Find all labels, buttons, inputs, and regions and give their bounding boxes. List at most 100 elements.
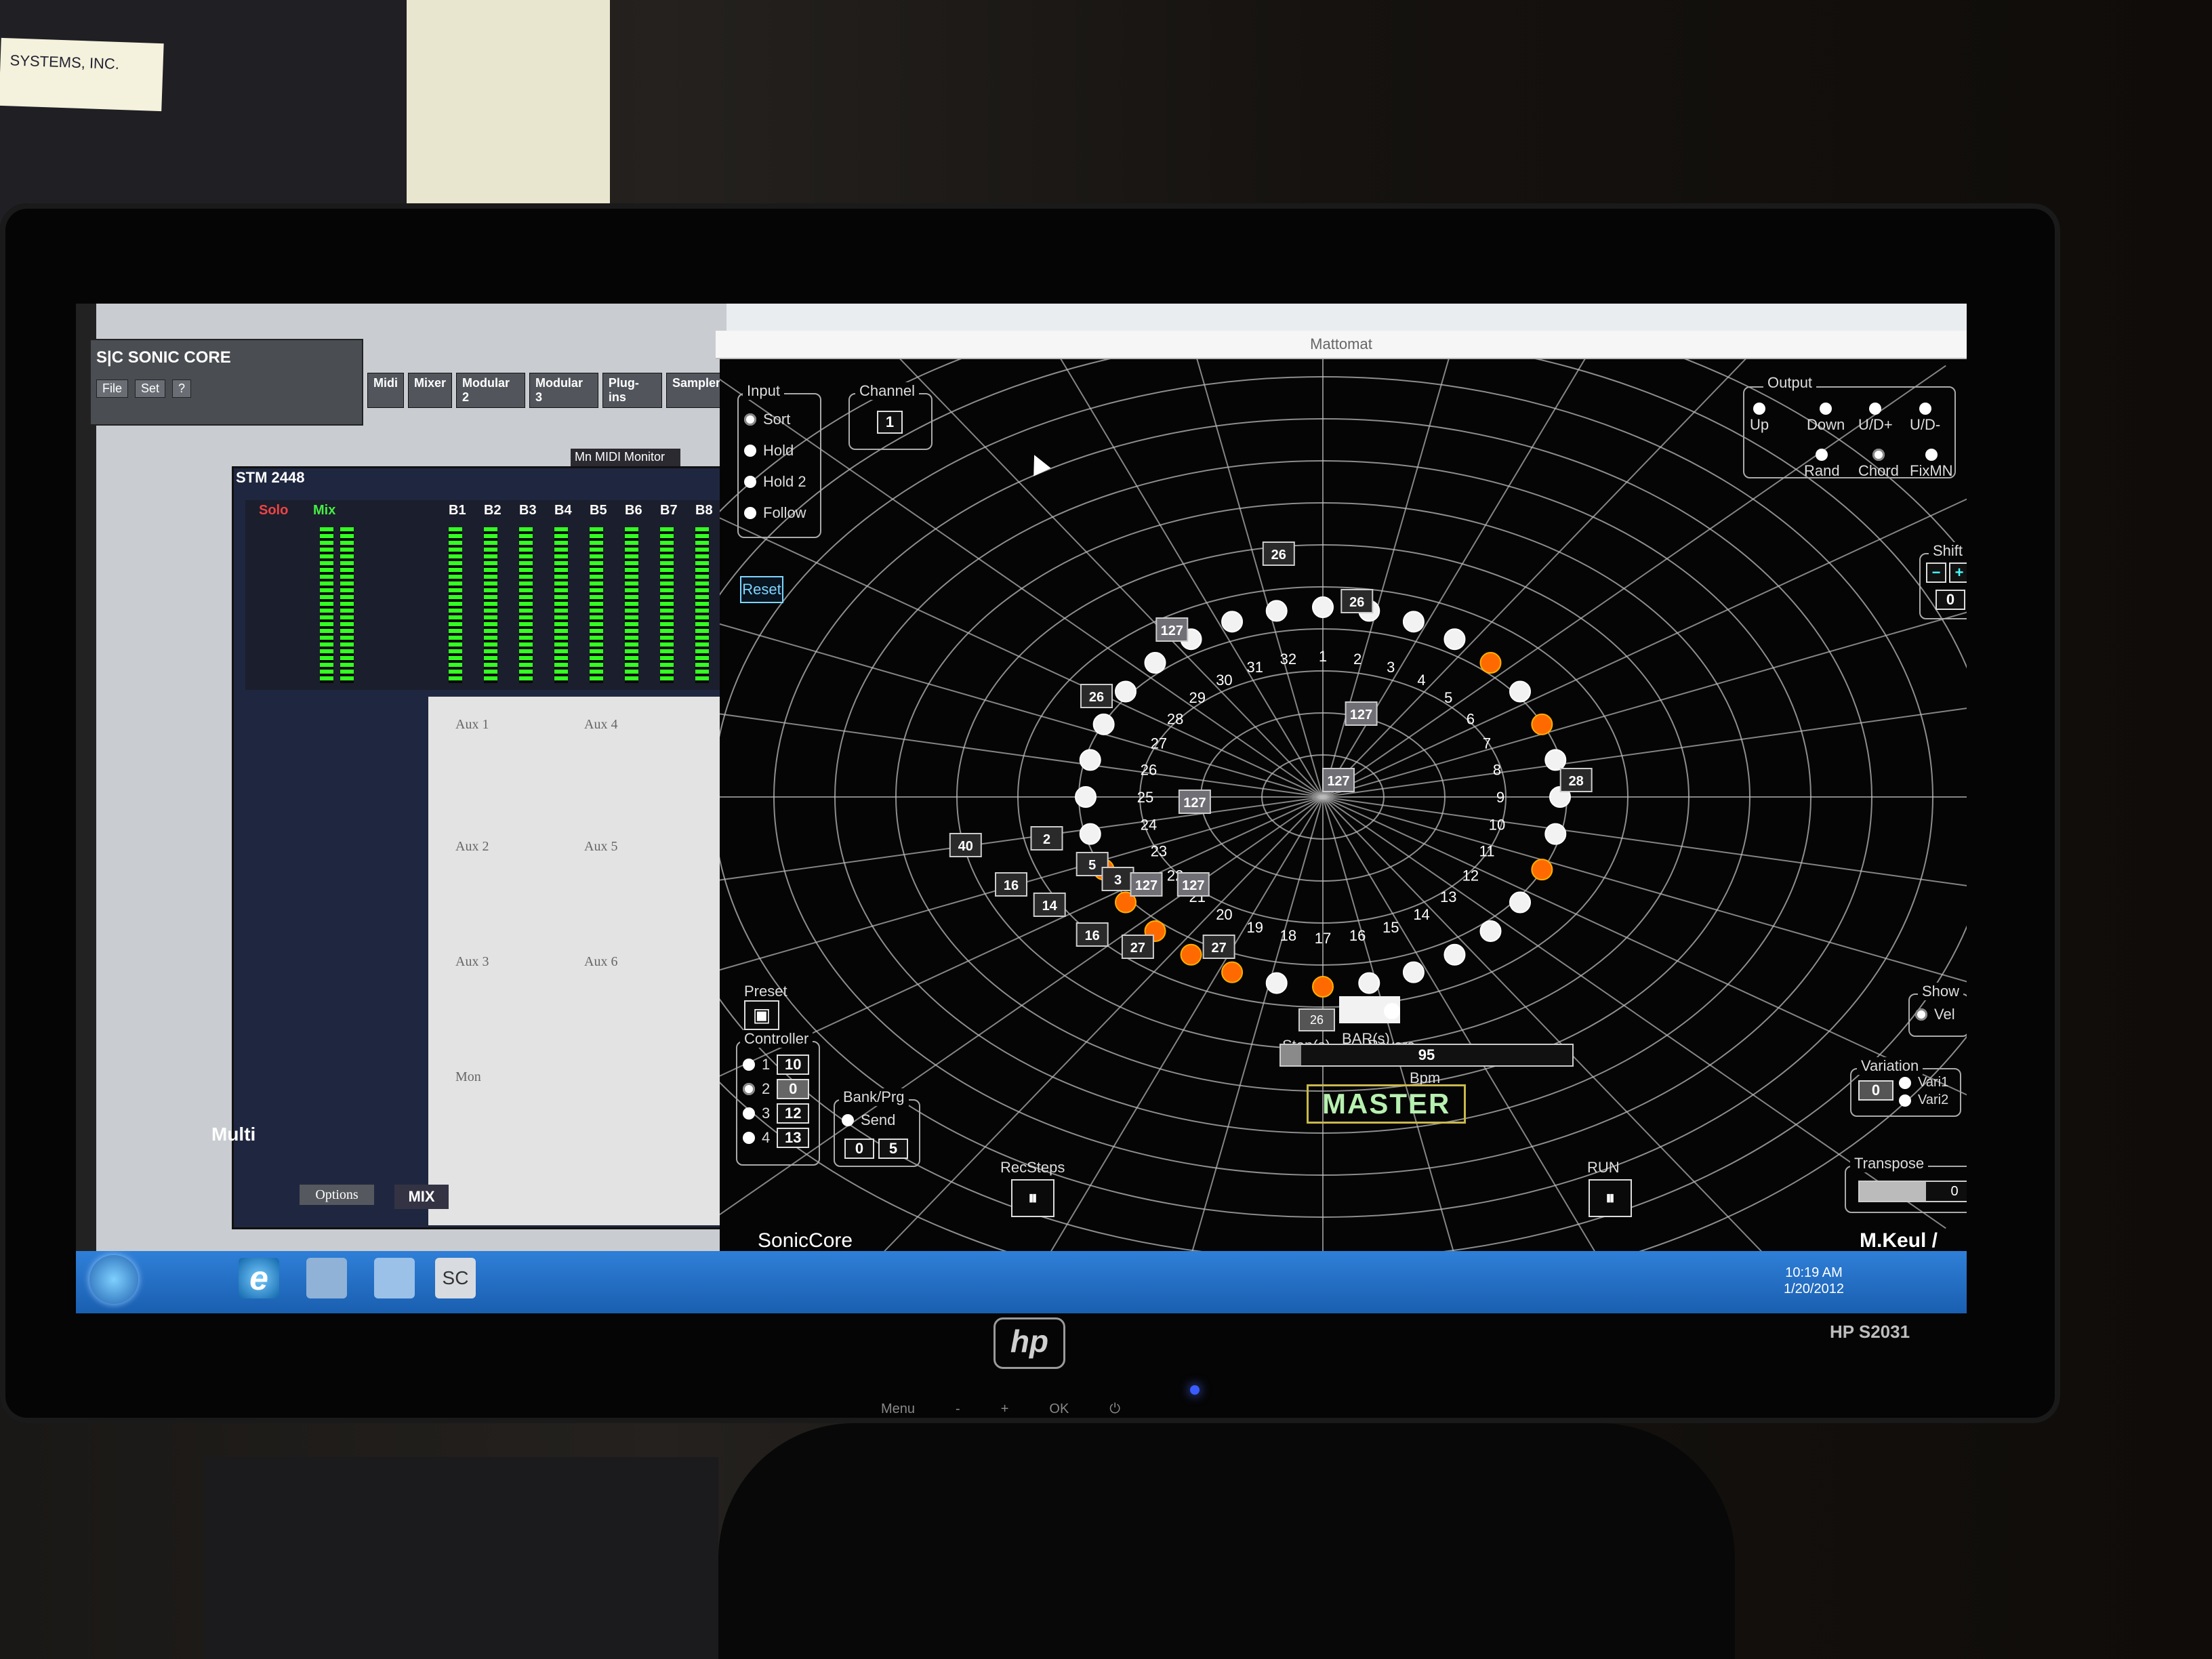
step-node-31 <box>1221 611 1244 633</box>
controller-4-radio[interactable] <box>743 1132 755 1144</box>
output-up-option[interactable]: Up <box>1750 403 1769 434</box>
controller-1-radio[interactable] <box>743 1059 755 1071</box>
step-node-28 <box>1114 680 1136 703</box>
step-number-25: 25 <box>1137 789 1153 806</box>
input-hold-radio[interactable] <box>744 445 756 457</box>
sonic-core-taskbar-icon[interactable]: SC <box>435 1258 476 1298</box>
show-vel-radio[interactable] <box>1915 1008 1927 1021</box>
output-ud-plus-radio[interactable] <box>1869 403 1882 415</box>
taskbar-app-icon[interactable] <box>374 1258 415 1298</box>
monitor-menu-button[interactable]: Menu <box>881 1401 915 1422</box>
output-chord-option[interactable]: Chord <box>1858 449 1899 480</box>
bankprg-send-option[interactable]: Send <box>842 1111 895 1129</box>
output-ud-minus-radio[interactable] <box>1919 403 1931 415</box>
input-hold-option[interactable]: Hold <box>744 442 794 459</box>
variation-vari2-radio[interactable] <box>1899 1094 1911 1107</box>
tab-modular2[interactable]: Modular 2 <box>456 373 525 408</box>
controller-row-4[interactable]: 4 13 <box>743 1128 810 1148</box>
output-ud-minus-option[interactable]: U/D- <box>1910 403 1940 434</box>
monitor-plus-button[interactable]: + <box>1001 1401 1009 1422</box>
controller-2-radio[interactable] <box>743 1083 755 1095</box>
velocity-value: 14 <box>1042 899 1058 914</box>
shift-title: Shift <box>1929 542 1967 560</box>
show-vel-option[interactable]: Vel <box>1915 1006 1955 1023</box>
velocity-value: 127 <box>1327 774 1349 789</box>
monitor-stand <box>718 1423 1735 1659</box>
bpm-slider[interactable]: 95 <box>1279 1044 1574 1067</box>
output-rand-option[interactable]: Rand <box>1804 449 1840 480</box>
mattomat-titlebar[interactable]: Mattomat <box>716 331 1967 359</box>
variation-vari2-option[interactable]: Vari2 <box>1899 1092 1948 1108</box>
recsteps-pause-icon[interactable]: ⏸ <box>1011 1179 1054 1217</box>
input-follow-option[interactable]: Follow <box>744 504 806 522</box>
output-fixmn-option[interactable]: FixMN <box>1910 449 1953 480</box>
output-rand-radio[interactable] <box>1816 449 1828 461</box>
bank-value[interactable]: 0 <box>844 1139 874 1159</box>
preset-save-icon[interactable]: ▣ <box>744 1000 779 1030</box>
input-hold2-option[interactable]: Hold 2 <box>744 473 806 491</box>
input-sort-radio[interactable] <box>744 413 756 426</box>
meter-b4 <box>554 527 568 683</box>
controller-2-value[interactable]: 0 <box>777 1079 810 1099</box>
variation-vari1-radio[interactable] <box>1899 1076 1911 1089</box>
variation-value[interactable]: 0 <box>1858 1080 1893 1101</box>
prg-value[interactable]: 5 <box>878 1139 908 1159</box>
master-button[interactable]: MASTER <box>1307 1084 1467 1124</box>
channel-value[interactable]: 1 <box>877 411 903 434</box>
monitor-ok-button[interactable]: OK <box>1049 1401 1069 1422</box>
output-ud-plus-option[interactable]: U/D+ <box>1858 403 1893 434</box>
aux-send-area: Aux 1 Aux 4 Aux 2 Aux 5 Aux 3 Aux 6 Mon <box>428 697 720 1225</box>
run-pause-icon[interactable]: ⏸ <box>1589 1179 1632 1217</box>
monitor-minus-button[interactable]: - <box>956 1401 960 1422</box>
multi-label: Multi <box>211 1124 256 1145</box>
menu-set[interactable]: Set <box>135 380 166 398</box>
shift-minus-button[interactable]: − <box>1926 562 1946 583</box>
input-follow-radio[interactable] <box>744 507 756 519</box>
internet-explorer-icon[interactable]: e <box>239 1258 279 1298</box>
output-fixmn-radio[interactable] <box>1925 449 1938 461</box>
folder-icon[interactable] <box>306 1258 347 1298</box>
menu-file[interactable]: File <box>96 380 129 398</box>
controller-row-2[interactable]: 20 <box>743 1079 810 1099</box>
controller-row-3[interactable]: 3 12 <box>743 1103 810 1124</box>
output-down-option[interactable]: Down <box>1807 403 1845 434</box>
controller-row-1[interactable]: 1 10 <box>743 1054 810 1075</box>
options-button[interactable]: Options <box>300 1185 374 1205</box>
tab-modular3[interactable]: Modular 3 <box>529 373 598 408</box>
input-hold-label: Hold <box>763 442 794 459</box>
output-down-radio[interactable] <box>1820 403 1832 415</box>
grid-spoke <box>720 796 1324 881</box>
transpose-slider[interactable]: 0 <box>1858 1181 1967 1202</box>
grid-spoke <box>1060 359 1324 798</box>
step-node-5 <box>1479 652 1502 674</box>
revers-toggle[interactable] <box>1384 1003 1400 1019</box>
tray-clock[interactable]: 10:19 AM 1/20/2012 <box>1784 1265 1844 1297</box>
output-up-radio[interactable] <box>1753 403 1766 415</box>
input-sort-option[interactable]: Sort <box>744 411 790 428</box>
start-button-icon[interactable] <box>89 1255 138 1304</box>
tab-midi[interactable]: Midi <box>367 373 404 408</box>
clock-date: 1/20/2012 <box>1784 1282 1844 1296</box>
grid-spoke <box>1322 359 1450 798</box>
controller-3-value[interactable]: 12 <box>777 1103 810 1124</box>
controller-1-value[interactable]: 10 <box>777 1054 810 1075</box>
tab-plugins[interactable]: Plug-ins <box>602 373 662 408</box>
mix-button[interactable]: MIX <box>394 1185 449 1209</box>
menu-help[interactable]: ? <box>172 380 192 398</box>
monitor-power-button[interactable]: ⏻ <box>1109 1401 1120 1422</box>
output-chord-radio[interactable] <box>1872 449 1885 461</box>
shift-plus-button[interactable]: + <box>1949 562 1967 583</box>
shift-value[interactable]: 0 <box>1936 590 1965 610</box>
bankprg-send-radio[interactable] <box>842 1114 854 1126</box>
input-hold2-radio[interactable] <box>744 476 756 488</box>
tab-mixer[interactable]: Mixer <box>408 373 453 408</box>
variation-vari1-option[interactable]: Vari1 <box>1899 1075 1948 1090</box>
controller-3-radio[interactable] <box>743 1107 755 1120</box>
output-ud-minus-label: U/D- <box>1910 416 1941 433</box>
reset-button[interactable]: Reset <box>740 576 783 603</box>
step-count-field[interactable]: 26 <box>1298 1008 1335 1031</box>
table <box>203 1457 718 1659</box>
controller-4-value[interactable]: 13 <box>777 1128 810 1148</box>
velocity-value: 26 <box>1271 548 1286 562</box>
tab-sampler[interactable]: Sampler <box>665 373 726 408</box>
